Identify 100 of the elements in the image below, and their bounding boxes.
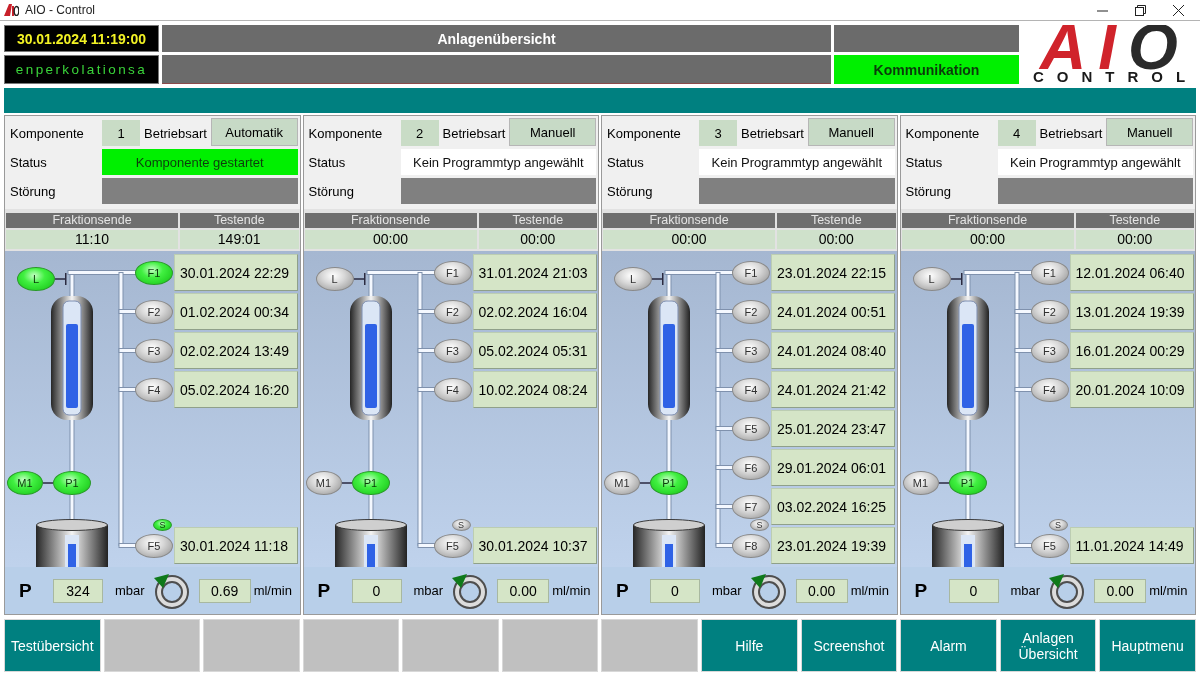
flow-value: 0.69 [198, 578, 251, 603]
pressure-unit: mbar [1010, 583, 1041, 598]
time-value: 00:00 [478, 230, 597, 249]
vessel-drawing [633, 519, 705, 567]
component-label: Komponente [308, 124, 384, 143]
pump-indicator: P1 [650, 471, 688, 495]
fraction-valve: F4 [135, 377, 173, 402]
pump-icon [1048, 572, 1085, 609]
mixer-indicator: M1 [902, 471, 939, 495]
pump-indicator: P1 [53, 471, 91, 495]
fraction-date: 29.01.2024 06:01 [771, 449, 895, 486]
fraction-valve: F4 [732, 377, 770, 402]
blank-button[interactable] [601, 619, 699, 672]
fraction-date: 16.01.2024 00:29 [1069, 332, 1194, 369]
fraction-date: 23.01.2024 19:39 [771, 527, 895, 564]
component-number: 3 [699, 120, 737, 146]
fraction-valve: F2 [135, 299, 173, 324]
connector-line [950, 273, 962, 285]
page-title: Anlagenübersicht [162, 25, 831, 52]
blank-button[interactable] [302, 619, 400, 672]
fraction-valve: F4 [433, 377, 472, 402]
sensor-indicator: S [750, 519, 769, 531]
blank-button[interactable] [203, 619, 300, 672]
logo-wordmark: CONTROL [1032, 70, 1196, 84]
fraction-valve: F8 [732, 533, 770, 558]
fault-label: Störung [905, 182, 953, 201]
sensor-indicator: S [451, 519, 471, 531]
connector-line [341, 482, 352, 484]
status-display: Kein Programmtyp angewählt [699, 149, 895, 175]
pump-icon [749, 572, 786, 609]
fraction-valve: F3 [135, 338, 173, 363]
fraction-date: 01.02.2024 00:34 [174, 293, 298, 330]
inlet-valve: L [614, 267, 652, 291]
pump-icon [152, 572, 189, 609]
mixer-indicator: M1 [305, 471, 342, 495]
time-value: 00:00 [304, 230, 477, 249]
blank-button[interactable] [501, 619, 599, 672]
fraction-valve: F5 [732, 416, 770, 441]
fraction-valve: F6 [732, 455, 770, 480]
connector-line [55, 273, 67, 285]
pressure-value: 0 [650, 578, 700, 603]
fraction-date: 02.02.2024 16:04 [472, 293, 597, 330]
flow-unit: ml/min [1149, 583, 1188, 598]
pressure-value: 0 [351, 578, 402, 603]
fraction-valve: F2 [1030, 299, 1069, 324]
time-header: Fraktionsende [304, 213, 477, 228]
time-header: Fraktionsende [901, 213, 1074, 228]
fraction-valve: F1 [433, 260, 472, 285]
close-icon[interactable] [1173, 4, 1184, 16]
flow-unit: ml/min [552, 583, 591, 598]
component-label: Komponente [10, 124, 85, 143]
fraction-valve: F3 [1030, 338, 1069, 363]
time-header: Testende [1075, 213, 1194, 228]
fraction-valve: F2 [433, 299, 472, 324]
connector-line [640, 482, 650, 484]
flow-value: 0.00 [1094, 578, 1147, 603]
flow-value: 0.00 [795, 578, 848, 603]
blank-button[interactable] [103, 619, 201, 672]
nav-button[interactable]: Screenshot [800, 619, 898, 672]
fraction-date: 02.02.2024 13:49 [174, 332, 298, 369]
date-time-display: 30.01.2024 11:19:00 [4, 25, 159, 52]
time-value: 00:00 [603, 230, 775, 249]
blank-button[interactable] [402, 619, 499, 672]
nav-button[interactable]: Hilfe [701, 619, 798, 672]
pressure-unit: mbar [115, 583, 145, 598]
mode-value: Automatik [210, 118, 298, 146]
pump-icon [451, 572, 488, 609]
fraction-valve: F1 [135, 260, 173, 285]
mode-value: Manuell [1106, 118, 1193, 146]
window-title: AIO - Control [25, 3, 96, 17]
fraction-date: 03.02.2024 16:25 [771, 488, 895, 525]
app-icon [4, 4, 19, 16]
mixer-indicator: M1 [7, 471, 43, 495]
pressure-label: P [914, 579, 929, 602]
pressure-value: 324 [53, 578, 103, 603]
fraction-date: 30.01.2024 11:18 [174, 527, 298, 564]
fraction-valve: F1 [1030, 260, 1069, 285]
time-header: Fraktionsende [6, 213, 178, 228]
time-value: 149:01 [180, 230, 299, 249]
component-label: Komponente [607, 124, 682, 143]
status-label: Status [308, 153, 347, 172]
nav-button[interactable]: Anlagen Übersicht [999, 619, 1097, 672]
fraction-valve: F5 [1030, 533, 1069, 558]
time-value: 00:00 [1075, 230, 1194, 249]
sensor-indicator: S [1048, 519, 1068, 531]
restore-icon[interactable] [1135, 4, 1146, 16]
component-number: 2 [400, 120, 439, 146]
nav-button[interactable]: Hauptmenu [1099, 619, 1196, 672]
vessel-drawing [36, 519, 108, 567]
fraction-date: 05.02.2024 05:31 [472, 332, 597, 369]
fraction-date: 11.01.2024 14:49 [1069, 527, 1194, 564]
pump-indicator: P1 [948, 471, 987, 495]
fraction-date: 25.01.2024 23:47 [771, 410, 895, 447]
ticker-display: enperkolationsa [4, 55, 159, 84]
fraction-date: 20.01.2024 10:09 [1069, 371, 1194, 408]
connector-line [938, 482, 949, 484]
time-value: 00:00 [901, 230, 1074, 249]
fraction-valve: F4 [1030, 377, 1069, 402]
nav-button[interactable]: Testübersicht [4, 619, 101, 672]
nav-button[interactable]: Alarm [900, 619, 997, 672]
